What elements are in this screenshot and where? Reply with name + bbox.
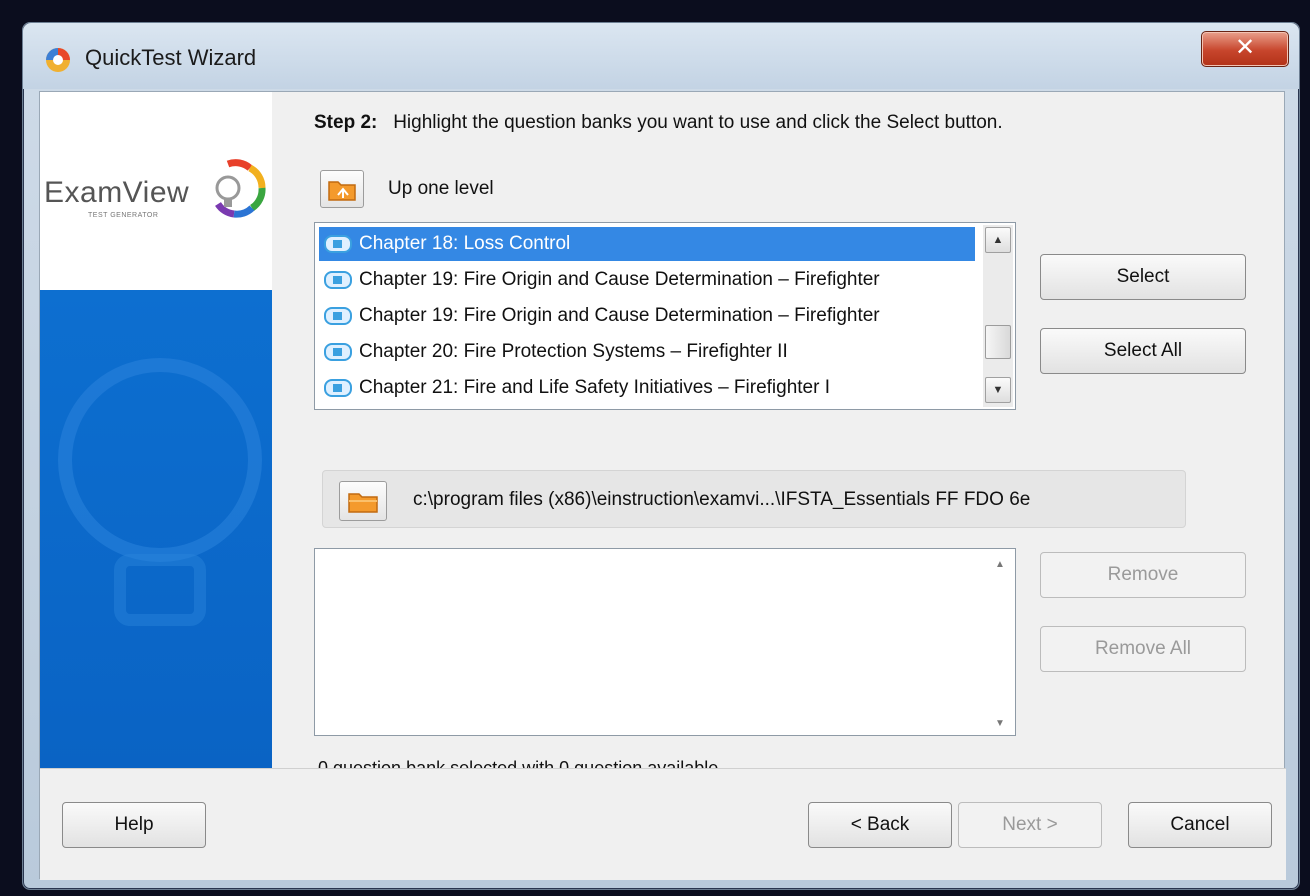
scroll-down-button[interactable]: ▼ — [985, 377, 1011, 403]
brand-subtitle: TEST GENERATOR — [88, 212, 159, 219]
scroll-down-button[interactable]: ▼ — [995, 718, 1005, 729]
scroll-thumb[interactable] — [985, 325, 1011, 359]
list-item-label: Chapter 19: Fire Origin and Cause Determ… — [359, 305, 880, 326]
list-item[interactable]: Chapter 18: Loss Control — [319, 227, 975, 261]
folder-icon — [348, 493, 378, 513]
path-bar: c:\program files (x86)\einstruction\exam… — [322, 470, 1186, 528]
remove-button[interactable]: Remove — [1040, 552, 1246, 598]
scroll-up-button[interactable]: ▲ — [995, 559, 1005, 570]
back-button[interactable]: < Back — [808, 802, 952, 848]
close-button[interactable]: ✕ — [1201, 31, 1289, 67]
question-bank-icon — [324, 271, 352, 289]
title-bar[interactable]: QuickTest Wizard ✕ — [23, 23, 1299, 89]
remove-all-button[interactable]: Remove All — [1040, 626, 1246, 672]
question-bank-icon — [324, 343, 352, 361]
list-item-label: Chapter 19: Fire Origin and Cause Determ… — [359, 269, 880, 290]
select-all-button[interactable]: Select All — [1040, 328, 1246, 374]
current-path: c:\program files (x86)\einstruction\exam… — [413, 489, 1031, 510]
step-instruction: Step 2: Highlight the question banks you… — [314, 112, 1003, 134]
selected-banks-list[interactable]: ▲ ▼ — [314, 548, 1016, 736]
step-text: Highlight the question banks you want to… — [393, 112, 1003, 133]
question-bank-list[interactable]: Chapter 18: Loss Control Chapter 19: Fir… — [314, 222, 1016, 410]
lightbulb-watermark-icon — [58, 358, 262, 626]
list-item[interactable]: Chapter 19: Fire Origin and Cause Determ… — [319, 299, 975, 333]
window-title: QuickTest Wizard — [85, 45, 257, 70]
up-one-level-button[interactable] — [320, 170, 364, 208]
list-item-label: Chapter 21: Fire and Life Safety Initiat… — [359, 377, 831, 398]
help-button[interactable]: Help — [62, 802, 206, 848]
quicktest-wizard-window: QuickTest Wizard ✕ ExamView TEST GENERAT… — [22, 22, 1300, 890]
bank-list-scrollbar[interactable]: ▲ ▼ — [983, 225, 1013, 407]
cancel-button[interactable]: Cancel — [1128, 802, 1272, 848]
wizard-content: ExamView TEST GENERATOR Step 2: Highligh… — [39, 91, 1286, 880]
browse-folder-button[interactable] — [339, 481, 387, 521]
left-panel: ExamView TEST GENERATOR — [40, 92, 272, 768]
next-button[interactable]: Next > — [958, 802, 1102, 848]
list-item-label: Chapter 18: Loss Control — [359, 233, 571, 254]
list-item-label: Chapter 20: Fire Protection Systems – Fi… — [359, 341, 788, 362]
decorative-blue-panel — [40, 290, 272, 768]
list-item[interactable]: Chapter 19: Fire Origin and Cause Determ… — [319, 263, 975, 297]
question-bank-icon — [324, 379, 352, 397]
question-bank-icon — [324, 235, 352, 253]
brand-area: ExamView TEST GENERATOR — [40, 92, 272, 290]
step-label: Step 2: — [314, 112, 378, 133]
list-item[interactable]: Chapter 20: Fire Protection Systems – Fi… — [319, 335, 975, 369]
examview-logo-icon — [215, 159, 266, 218]
app-icon — [46, 48, 70, 72]
folder-up-icon — [328, 181, 356, 201]
selected-list-scrollbar[interactable]: ▲ ▼ — [993, 559, 1009, 729]
brand-name: ExamView — [44, 176, 190, 209]
up-one-level-label[interactable]: Up one level — [388, 178, 494, 200]
scroll-up-button[interactable]: ▲ — [985, 227, 1011, 253]
list-item[interactable]: Chapter 21: Fire and Life Safety Initiat… — [319, 371, 975, 405]
question-bank-icon — [324, 307, 352, 325]
select-button[interactable]: Select — [1040, 254, 1246, 300]
